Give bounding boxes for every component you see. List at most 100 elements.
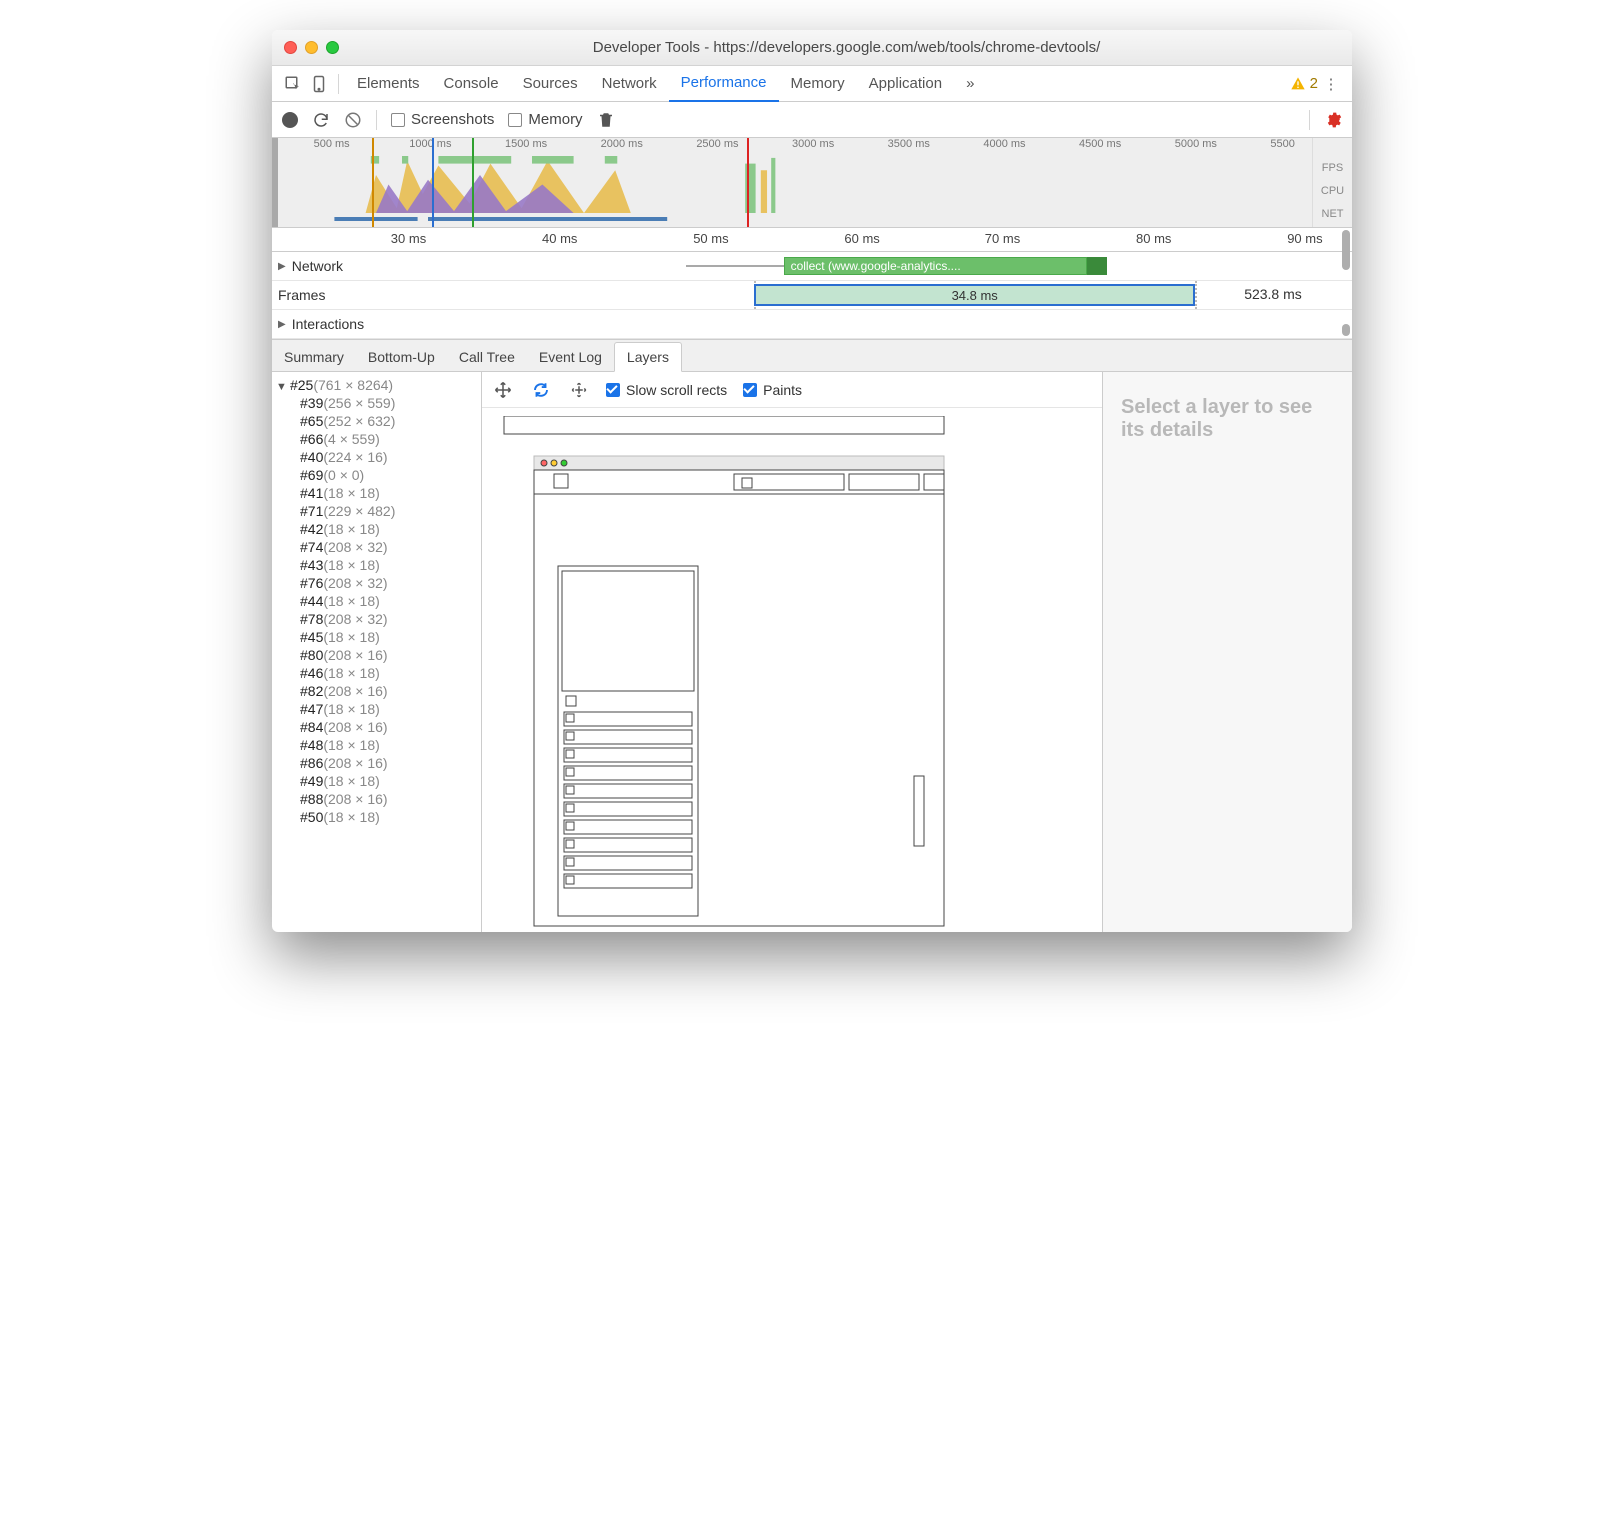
layer-tree-item[interactable]: #50(18 × 18)	[272, 808, 481, 826]
ruler-tick: 30 ms	[391, 231, 426, 246]
overview-tick: 4000 ms	[983, 138, 1025, 150]
warnings-indicator[interactable]: 2	[1290, 75, 1318, 92]
detail-ruler[interactable]: 30 ms40 ms50 ms60 ms70 ms80 ms90 ms	[272, 228, 1352, 252]
pan-icon[interactable]	[492, 379, 514, 401]
subtab-layers[interactable]: Layers	[614, 342, 682, 372]
subtab-event-log[interactable]: Event Log	[527, 343, 614, 371]
layer-tree-item[interactable]: #40(224 × 16)	[272, 448, 481, 466]
network-label: Network	[292, 258, 343, 274]
layer-tree[interactable]: #25(761 × 8264)#39(256 × 559)#65(252 × 6…	[272, 372, 482, 932]
layer-tree-item[interactable]: #46(18 × 18)	[272, 664, 481, 682]
slow-scroll-rects-checkbox[interactable]: Slow scroll rects	[606, 382, 727, 398]
layer-tree-item[interactable]: #84(208 × 16)	[272, 718, 481, 736]
warnings-count: 2	[1310, 75, 1318, 92]
frame-selected[interactable]: 34.8 ms	[754, 284, 1195, 306]
overview-tick: 1000 ms	[409, 138, 451, 150]
layer-tree-item[interactable]: #88(208 × 16)	[272, 790, 481, 808]
traffic-lights	[284, 41, 339, 54]
layer-tree-item[interactable]: #66(4 × 559)	[272, 430, 481, 448]
paints-checkbox[interactable]: Paints	[743, 382, 802, 398]
slow-scroll-rects-label: Slow scroll rects	[626, 382, 727, 398]
reset-view-icon[interactable]	[568, 379, 590, 401]
timeline-overview[interactable]: 500 ms1000 ms1500 ms2000 ms2500 ms3000 m…	[272, 138, 1352, 228]
tab-memory[interactable]: Memory	[779, 66, 857, 102]
record-button[interactable]	[282, 112, 298, 128]
more-menu-icon[interactable]: ⋮	[1318, 71, 1344, 97]
devtools-tabs: ElementsConsoleSourcesNetworkPerformance…	[272, 66, 1352, 102]
subtab-summary[interactable]: Summary	[272, 343, 356, 371]
maximize-window-button[interactable]	[326, 41, 339, 54]
track-frames[interactable]: Frames 34.8 ms 523.8 ms	[272, 281, 1352, 310]
memory-checkbox[interactable]: Memory	[508, 111, 582, 128]
layer-tree-item[interactable]: #48(18 × 18)	[272, 736, 481, 754]
capture-settings-gear-icon[interactable]	[1324, 111, 1342, 129]
layer-tree-item[interactable]: #49(18 × 18)	[272, 772, 481, 790]
ruler-tick: 60 ms	[844, 231, 879, 246]
layer-tree-item[interactable]: #42(18 × 18)	[272, 520, 481, 538]
overview-tick: 1500 ms	[505, 138, 547, 150]
reload-record-icon[interactable]	[312, 111, 330, 129]
layer-tree-item[interactable]: #39(256 × 559)	[272, 394, 481, 412]
layer-tree-item[interactable]: #78(208 × 32)	[272, 610, 481, 628]
subtab-call-tree[interactable]: Call Tree	[447, 343, 527, 371]
overview-tick: 2500 ms	[696, 138, 738, 150]
tracks-scroll-knob[interactable]	[1342, 324, 1350, 336]
tab-network[interactable]: Network	[590, 66, 669, 102]
rotate-icon[interactable]	[530, 379, 552, 401]
tabs-overflow-button[interactable]: »	[954, 66, 986, 102]
fps-label: FPS	[1322, 162, 1343, 174]
layer-tree-item[interactable]: #86(208 × 16)	[272, 754, 481, 772]
window-title: Developer Tools - https://developers.goo…	[353, 39, 1340, 56]
inspect-element-icon[interactable]	[280, 71, 306, 97]
titlebar: Developer Tools - https://developers.goo…	[272, 30, 1352, 66]
overview-left-handle[interactable]	[272, 138, 278, 227]
overview-tick: 2000 ms	[601, 138, 643, 150]
tracks: ▶Network collect (www.google-analytics..…	[272, 252, 1352, 340]
overview-tick: 5000 ms	[1175, 138, 1217, 150]
layer-tree-item[interactable]: #69(0 × 0)	[272, 466, 481, 484]
overview-tick: 3000 ms	[792, 138, 834, 150]
layer-tree-item[interactable]: #80(208 × 16)	[272, 646, 481, 664]
screenshots-checkbox[interactable]: Screenshots	[391, 111, 494, 128]
tab-elements[interactable]: Elements	[345, 66, 432, 102]
layer-tree-item[interactable]: #82(208 × 16)	[272, 682, 481, 700]
layer-tree-item[interactable]: #44(18 × 18)	[272, 592, 481, 610]
layer-tree-item[interactable]: #45(18 × 18)	[272, 628, 481, 646]
layer-tree-item[interactable]: #43(18 × 18)	[272, 556, 481, 574]
layer-tree-item[interactable]: #74(208 × 32)	[272, 538, 481, 556]
layer-tree-item[interactable]: #25(761 × 8264)	[272, 376, 481, 394]
tab-console[interactable]: Console	[432, 66, 511, 102]
device-toolbar-icon[interactable]	[306, 71, 332, 97]
performance-toolbar: Screenshots Memory	[272, 102, 1352, 138]
ruler-tick: 70 ms	[985, 231, 1020, 246]
overview-marker-red	[747, 138, 749, 227]
tab-sources[interactable]: Sources	[511, 66, 590, 102]
overview-marker-orange	[372, 138, 374, 227]
overview-tick: 5500	[1270, 138, 1294, 150]
ruler-tick: 50 ms	[693, 231, 728, 246]
cpu-label: CPU	[1321, 185, 1344, 197]
layer-tree-item[interactable]: #76(208 × 32)	[272, 574, 481, 592]
overview-tick: 4500 ms	[1079, 138, 1121, 150]
layer-details-pane: Select a layer to see its details	[1102, 372, 1352, 932]
network-item[interactable]: collect (www.google-analytics....	[784, 257, 1088, 275]
layer-tree-item[interactable]: #71(229 × 482)	[272, 502, 481, 520]
layer-tree-item[interactable]: #47(18 × 18)	[272, 700, 481, 718]
track-network[interactable]: ▶Network collect (www.google-analytics..…	[272, 252, 1352, 281]
clear-icon[interactable]	[344, 111, 362, 129]
trash-icon[interactable]	[597, 111, 615, 129]
overview-marker-blue	[432, 138, 434, 227]
subtab-bottom-up[interactable]: Bottom-Up	[356, 343, 447, 371]
minimize-window-button[interactable]	[305, 41, 318, 54]
layer-stage[interactable]	[482, 408, 1102, 932]
frames-label: Frames	[278, 287, 325, 303]
close-window-button[interactable]	[284, 41, 297, 54]
layer-tree-item[interactable]: #65(252 × 632)	[272, 412, 481, 430]
ruler-tick: 90 ms	[1287, 231, 1322, 246]
tab-performance[interactable]: Performance	[669, 66, 779, 102]
layer-tree-item[interactable]: #41(18 × 18)	[272, 484, 481, 502]
overview-marker-green	[472, 138, 474, 227]
memory-label: Memory	[528, 111, 582, 128]
track-interactions[interactable]: ▶Interactions	[272, 310, 1352, 339]
tab-application[interactable]: Application	[857, 66, 954, 102]
